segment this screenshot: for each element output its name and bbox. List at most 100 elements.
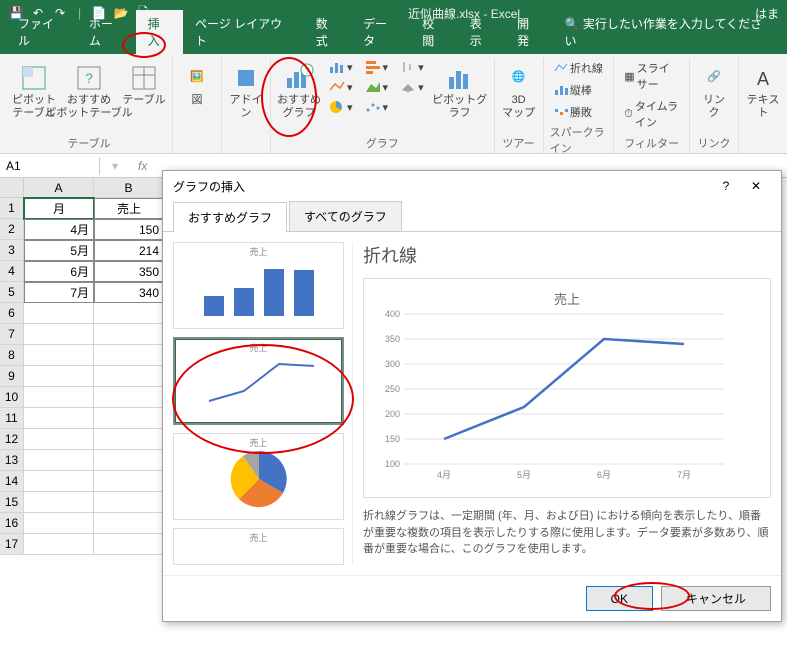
row-header[interactable]: 2 (0, 219, 24, 240)
cell[interactable] (24, 366, 94, 387)
thumb-area-chart[interactable]: 売上 (173, 528, 344, 565)
cell[interactable] (94, 534, 164, 555)
text-button[interactable]: A テキス ト (745, 58, 781, 120)
cell[interactable] (94, 471, 164, 492)
cell[interactable]: 売上 (94, 198, 164, 219)
tab-data[interactable]: データ (351, 10, 410, 54)
cell[interactable]: 4月 (24, 219, 94, 240)
cell[interactable] (94, 387, 164, 408)
chart-type-line[interactable]: ▾ (325, 78, 357, 96)
cell[interactable] (24, 450, 94, 471)
row-header[interactable]: 16 (0, 513, 24, 534)
dialog-close-button[interactable]: ✕ (741, 179, 771, 193)
cell[interactable]: 5月 (24, 240, 94, 261)
cell[interactable] (24, 492, 94, 513)
cell[interactable] (94, 450, 164, 471)
timeline-button[interactable]: ⏱ タイムライン (620, 96, 683, 132)
tab-file[interactable]: ファイル (6, 10, 77, 54)
tab-view[interactable]: 表示 (458, 10, 505, 54)
tab-recommended[interactable]: おすすめグラフ (173, 202, 287, 232)
cell[interactable] (24, 429, 94, 450)
cell[interactable] (94, 324, 164, 345)
col-header[interactable]: A (24, 178, 94, 198)
tab-developer[interactable]: 開発 (505, 10, 552, 54)
cell[interactable] (94, 429, 164, 450)
pivot-chart-button[interactable]: ピボットグラフ (432, 58, 488, 120)
illustrations-button[interactable]: 🖼️ 図 (179, 58, 215, 107)
cell[interactable]: 6月 (24, 261, 94, 282)
cell[interactable]: 340 (94, 282, 164, 303)
addins-button[interactable]: アドイ ン (228, 58, 264, 120)
chart-type-surface[interactable]: ▾ (396, 78, 428, 96)
row-header[interactable]: 5 (0, 282, 24, 303)
cell[interactable] (94, 408, 164, 429)
cell[interactable] (94, 366, 164, 387)
select-all-corner[interactable] (0, 178, 24, 198)
slicer-button[interactable]: ▦ スライサー (620, 58, 683, 94)
tab-pagelayout[interactable]: ページ レイアウト (183, 10, 304, 54)
thumb-pie-chart[interactable]: 売上 (173, 433, 344, 520)
cell[interactable] (94, 492, 164, 513)
row-header[interactable]: 6 (0, 303, 24, 324)
cell[interactable]: 214 (94, 240, 164, 261)
tab-insert[interactable]: 挿入 (136, 10, 183, 54)
dialog-help-button[interactable]: ? (711, 179, 741, 193)
fx-icon[interactable]: fx (130, 159, 155, 173)
cancel-button[interactable]: キャンセル (661, 586, 771, 611)
cell[interactable] (24, 471, 94, 492)
tab-review[interactable]: 校閲 (410, 10, 457, 54)
col-header[interactable]: B (94, 178, 164, 198)
tab-tellme[interactable]: 🔍 実行したい作業を入力してください (553, 10, 781, 54)
row-header[interactable]: 4 (0, 261, 24, 282)
chart-type-hbar[interactable]: ▾ (361, 58, 393, 76)
chart-type-pie[interactable]: ▾ (325, 98, 357, 116)
rec-chart-button[interactable]: ? おすすめ グラフ (277, 58, 321, 120)
chart-type-stock[interactable]: ▾ (396, 58, 428, 76)
tab-all-charts[interactable]: すべてのグラフ (289, 201, 402, 231)
row-header[interactable]: 14 (0, 471, 24, 492)
cell[interactable] (24, 408, 94, 429)
cell[interactable] (24, 534, 94, 555)
chart-thumbnails[interactable]: 売上 売上 売上 (173, 242, 353, 565)
sparkline-column[interactable]: 縦棒 (550, 80, 607, 100)
link-button[interactable]: 🔗 リン ク (696, 58, 732, 120)
cell[interactable] (94, 303, 164, 324)
cell[interactable] (94, 345, 164, 366)
row-header[interactable]: 9 (0, 366, 24, 387)
cell[interactable] (94, 513, 164, 534)
row-header[interactable]: 17 (0, 534, 24, 555)
cell[interactable]: 150 (94, 219, 164, 240)
chart-type-scatter[interactable]: ▾ (361, 98, 393, 116)
row-header[interactable]: 11 (0, 408, 24, 429)
row-header[interactable]: 13 (0, 450, 24, 471)
row-header[interactable]: 8 (0, 345, 24, 366)
thumb-bar-chart[interactable]: 売上 (173, 242, 344, 329)
map3d-button[interactable]: 🌐 3D マップ (501, 58, 537, 120)
table-button[interactable]: テーブル (122, 58, 166, 107)
name-box[interactable]: A1 (0, 157, 100, 175)
cell[interactable] (24, 324, 94, 345)
row-header[interactable]: 15 (0, 492, 24, 513)
row-header[interactable]: 3 (0, 240, 24, 261)
cell[interactable] (24, 387, 94, 408)
cell[interactable]: 350 (94, 261, 164, 282)
dialog-title-bar[interactable]: グラフの挿入 ? ✕ (163, 171, 781, 201)
cell[interactable]: 月 (24, 198, 94, 219)
tab-home[interactable]: ホーム (77, 10, 136, 54)
sparkline-winloss[interactable]: 勝敗 (550, 102, 607, 122)
tab-formulas[interactable]: 数式 (304, 10, 351, 54)
sparkline-line[interactable]: 折れ線 (550, 58, 607, 78)
chart-type-area[interactable]: ▾ (361, 78, 393, 96)
cell[interactable] (24, 303, 94, 324)
cell[interactable] (24, 345, 94, 366)
chart-type-bar[interactable]: ▾ (325, 58, 357, 76)
ok-button[interactable]: OK (586, 586, 653, 611)
row-header[interactable]: 1 (0, 198, 24, 219)
thumb-line-chart[interactable]: 売上 (173, 337, 344, 424)
row-header[interactable]: 10 (0, 387, 24, 408)
rec-pivot-button[interactable]: ? おすすめ ピボットテーブル (60, 58, 118, 120)
row-header[interactable]: 12 (0, 429, 24, 450)
row-header[interactable]: 7 (0, 324, 24, 345)
cell[interactable] (24, 513, 94, 534)
cell[interactable]: 7月 (24, 282, 94, 303)
